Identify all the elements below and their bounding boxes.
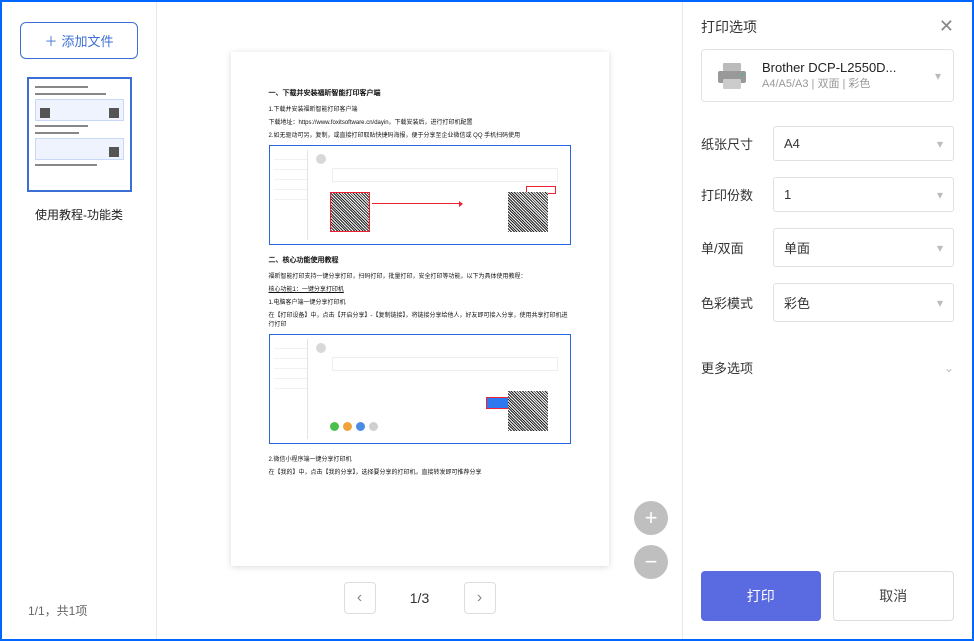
printer-name: Brother DCP-L2550D... (762, 60, 922, 75)
printer-icon (714, 61, 750, 91)
doc-heading-2: 二、核心功能使用教程 (269, 255, 571, 265)
color-mode-value: 彩色 (784, 293, 810, 312)
chevron-down-icon: ▾ (937, 241, 943, 255)
color-mode-select[interactable]: 彩色 ▾ (773, 283, 954, 322)
printer-selector[interactable]: Brother DCP-L2550D... A4/A5/A3 | 双面 | 彩色… (701, 49, 954, 102)
duplex-value: 单面 (784, 238, 810, 257)
zoom-in-button[interactable]: + (634, 501, 668, 535)
doc-text: 1.下载并安装福昕智能打印客户端 (269, 104, 571, 113)
minus-icon: − (645, 549, 658, 575)
copies-value: 1 (784, 187, 791, 202)
plus-icon: + (645, 505, 658, 531)
more-options-label: 更多选项 (701, 358, 753, 377)
preview-area: 一、下载并安装福昕智能打印客户端 1.下载并安装福昕智能打印客户端 下载地址：h… (157, 2, 682, 639)
close-button[interactable]: ✕ (939, 16, 954, 37)
plus-icon: ＋ (44, 31, 57, 50)
file-thumbnail[interactable] (27, 77, 132, 192)
duplex-select[interactable]: 单面 ▾ (773, 228, 954, 267)
chevron-down-icon: ▾ (935, 69, 941, 83)
panel-title: 打印选项 (701, 17, 757, 37)
cancel-button[interactable]: 取消 (833, 571, 955, 621)
more-options-toggle[interactable]: 更多选项 ⌄ (701, 348, 954, 387)
sidebar-status: 1/1，共1项 (12, 602, 146, 619)
doc-screenshot-2 (269, 334, 571, 444)
add-file-label: 添加文件 (62, 31, 114, 50)
chevron-down-icon: ▾ (937, 188, 943, 202)
chevron-down-icon: ▾ (937, 137, 943, 151)
doc-text: 在【我的】中，点击【我的分享】，选择要分享的打印机，直接转发即可推荐分享 (269, 467, 571, 476)
thumbnail-label: 使用教程-功能类 (12, 206, 146, 223)
cancel-button-label: 取消 (879, 588, 907, 604)
page-indicator: 1/3 (392, 590, 448, 606)
paper-size-label: 纸张尺寸 (701, 134, 765, 153)
chevron-down-icon: ▾ (937, 296, 943, 310)
zoom-out-button[interactable]: − (634, 545, 668, 579)
doc-text: 下载地址：https://www.foxitsoftware.cn/dayin，… (269, 117, 571, 126)
zoom-controls: + − (634, 501, 668, 579)
doc-text: 福昕智能打印支持一键分享打印，扫码打印，批量打印，安全打印等功能，以下为具体使用… (269, 271, 571, 280)
doc-text: 2.微信小程序端一键分享打印机 (269, 454, 571, 463)
copies-select[interactable]: 1 ▾ (773, 177, 954, 212)
document-page: 一、下载并安装福昕智能打印客户端 1.下载并安装福昕智能打印客户端 下载地址：h… (231, 52, 609, 566)
close-icon: ✕ (939, 16, 954, 36)
printer-desc: A4/A5/A3 | 双面 | 彩色 (762, 75, 923, 91)
doc-text: 在【打印设备】中，点击【开启分享】-【复制链接】，将链接分享给他人，好友即可接入… (269, 310, 571, 328)
sidebar: ＋ 添加文件 使用教程-功能类 1/1，共1项 (2, 2, 157, 639)
duplex-label: 单/双面 (701, 238, 765, 257)
add-file-button[interactable]: ＋ 添加文件 (20, 22, 138, 59)
chevron-left-icon: ‹ (357, 589, 362, 607)
doc-text: 1.电脑客户端一键分享打印机 (269, 297, 571, 306)
paper-size-select[interactable]: A4 ▾ (773, 126, 954, 161)
chevron-down-icon: ⌄ (944, 361, 954, 375)
doc-text: 核心功能1：一键分享打印机 (269, 284, 571, 293)
thumbnail-preview (35, 85, 124, 184)
print-button-label: 打印 (747, 588, 775, 604)
doc-screenshot-1 (269, 145, 571, 245)
pager: ‹ 1/3 › (344, 582, 496, 614)
prev-page-button[interactable]: ‹ (344, 582, 376, 614)
next-page-button[interactable]: › (464, 582, 496, 614)
doc-heading-1: 一、下载并安装福昕智能打印客户端 (269, 88, 571, 98)
paper-size-value: A4 (784, 136, 800, 151)
copies-label: 打印份数 (701, 185, 765, 204)
print-options-panel: 打印选项 ✕ Brother DCP-L2550D... A4/A5/A3 | … (682, 2, 972, 639)
print-button[interactable]: 打印 (701, 571, 821, 621)
chevron-right-icon: › (477, 589, 482, 607)
doc-text: 2.如无驱动可另，复制，或直接打印取贴快捷码海报，便于分享至企业微信或 QQ 手… (269, 130, 571, 139)
color-mode-label: 色彩模式 (701, 293, 765, 312)
